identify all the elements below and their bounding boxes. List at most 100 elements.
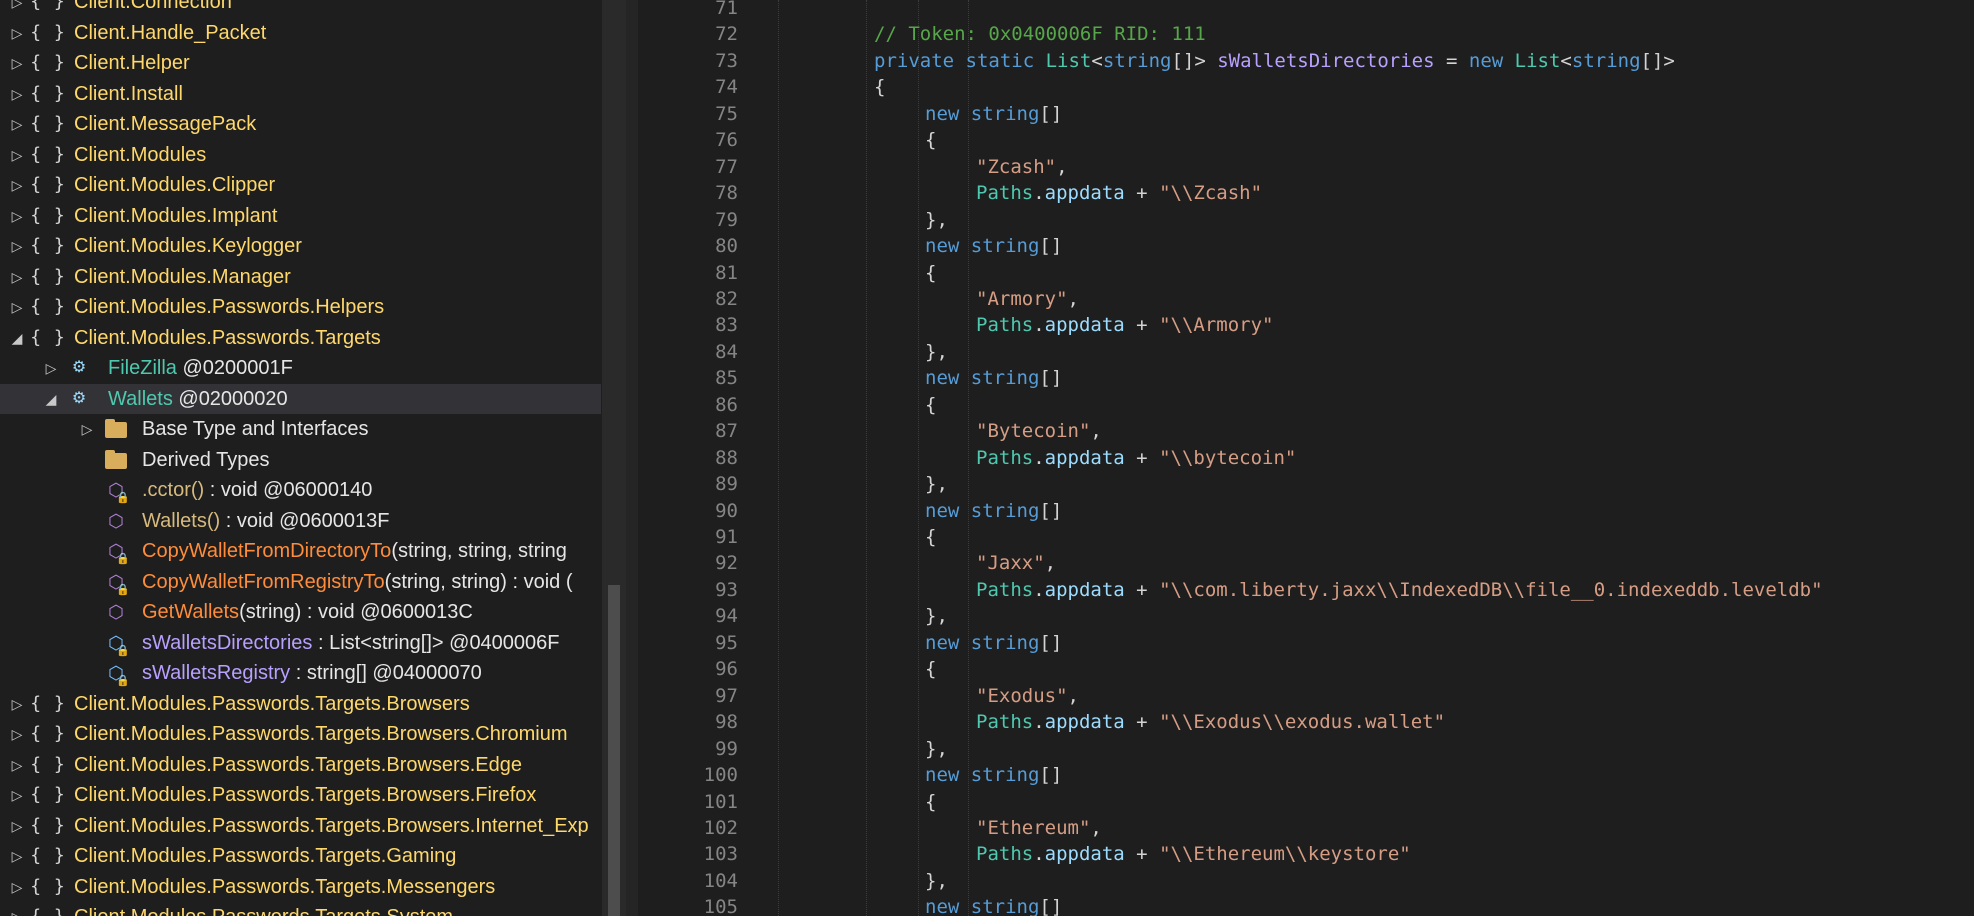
tree-node-client-modules-passwords-targets-browsers-internet-exp[interactable]: ▷{ } Client.Modules.Passwords.Targets.Bro… — [0, 811, 601, 841]
expand-arrow-icon[interactable]: ▷ — [8, 48, 26, 78]
tree-node-client-modules-passwords-targets-browsers-firefox[interactable]: ▷{ } Client.Modules.Passwords.Targets.Bro… — [0, 780, 601, 810]
code-line[interactable]: 89}, — [638, 471, 1974, 497]
code-line[interactable]: 93 Paths.appdata + "\\com.liberty.jaxx\\I… — [638, 577, 1974, 603]
code-line[interactable]: 72 // Token: 0x0400006F RID: 111 — [638, 21, 1974, 47]
code-line[interactable]: 91 { — [638, 524, 1974, 550]
tree-node--cctor-[interactable]: ⬡ 🔒 .cctor() : void @06000140 — [0, 475, 601, 505]
code-line[interactable]: 104}, — [638, 868, 1974, 894]
node-name: Client.Modules.Passwords.Targets.Browser… — [74, 723, 568, 745]
tree-scrollbar-thumb[interactable] — [608, 585, 620, 916]
code-line[interactable]: 79}, — [638, 207, 1974, 233]
code-line[interactable]: 77 "Zcash", — [638, 154, 1974, 180]
collapse-arrow-icon[interactable]: ◢ — [8, 323, 26, 353]
tree-node-client-modules-passwords-targets-gaming[interactable]: ▷{ } Client.Modules.Passwords.Targets.Gam… — [0, 841, 601, 871]
tree-node-derived-types[interactable]: Derived Types — [0, 445, 601, 475]
code-line[interactable]: 103 Paths.appdata + "\\Ethereum\\keystore… — [638, 841, 1974, 867]
code-token: = — [1434, 49, 1469, 72]
expand-arrow-icon[interactable]: ▷ — [8, 18, 26, 48]
expand-arrow-icon[interactable]: ▷ — [8, 79, 26, 109]
tree-node-wallets-[interactable]: ⬡ Wallets() : void @0600013F — [0, 506, 601, 536]
expand-arrow-icon[interactable]: ▷ — [8, 750, 26, 780]
code-line[interactable]: 83 Paths.appdata + "\\Armory" — [638, 312, 1974, 338]
tree-node-client-modules-manager[interactable]: ▷{ } Client.Modules.Manager — [0, 262, 601, 292]
expand-arrow-icon[interactable]: ▷ — [8, 140, 26, 170]
expand-arrow-icon[interactable]: ▷ — [8, 719, 26, 749]
tree-node-client-handle-packet[interactable]: ▷{ } Client.Handle_Packet — [0, 18, 601, 48]
tree-node-wallets[interactable]: ◢ ⚙ Wallets @02000020 — [0, 383, 601, 414]
code-line[interactable]: 81 { — [638, 260, 1974, 286]
code-line[interactable]: 78 Paths.appdata + "\\Zcash" — [638, 180, 1974, 206]
tree-node-swalletsregistry[interactable]: ⬡ 🔒 sWalletsRegistry : string[] @04000070 — [0, 658, 601, 688]
code-line[interactable]: 80 new string[] — [638, 233, 1974, 259]
tree-node-client-modules-keylogger[interactable]: ▷{ } Client.Modules.Keylogger — [0, 231, 601, 261]
code-line[interactable]: 85 new string[] — [638, 365, 1974, 391]
tree-node-client-modules-passwords-targets-messengers[interactable]: ▷{ } Client.Modules.Passwords.Targets.Mes… — [0, 872, 601, 902]
tree-node-client-modules-implant[interactable]: ▷{ } Client.Modules.Implant — [0, 201, 601, 231]
code-line[interactable]: 100 new string[] — [638, 762, 1974, 788]
code-line[interactable]: 71 — [638, 0, 1974, 21]
namespace-icon: { } — [30, 174, 66, 195]
expand-arrow-icon[interactable]: ▷ — [8, 170, 26, 200]
tree-node-base-type-and-interfaces[interactable]: ▷ Base Type and Interfaces — [0, 414, 601, 444]
code-line[interactable]: 88 Paths.appdata + "\\bytecoin" — [638, 445, 1974, 471]
expand-arrow-icon[interactable]: ▷ — [42, 353, 60, 383]
tree-node-client-modules[interactable]: ▷{ } Client.Modules — [0, 140, 601, 170]
tree-node-client-helper[interactable]: ▷{ } Client.Helper — [0, 48, 601, 78]
code-line[interactable]: 90 new string[] — [638, 498, 1974, 524]
expand-arrow-icon[interactable]: ▷ — [8, 902, 26, 916]
tree-node-getwallets[interactable]: ⬡ GetWallets(string) : void @0600013C — [0, 597, 601, 627]
collapse-arrow-icon[interactable]: ◢ — [42, 384, 60, 414]
expand-arrow-icon[interactable]: ▷ — [8, 262, 26, 292]
code-line[interactable]: 74 { — [638, 74, 1974, 100]
code-line[interactable]: 99}, — [638, 736, 1974, 762]
tree-node-client-connection[interactable]: ▷ { } Client.Connection — [0, 0, 601, 17]
code-line[interactable]: 101 { — [638, 789, 1974, 815]
assembly-tree-panel[interactable]: ▷{ } Client.Connection ▷{ } Client.Handle_P… — [0, 0, 601, 916]
code-line[interactable]: 96 { — [638, 656, 1974, 682]
code-editor[interactable]: 71 72 // Token: 0x0400006F RID: 111 73 priva… — [638, 0, 1974, 916]
expand-arrow-icon[interactable]: ▷ — [8, 0, 26, 17]
code-line[interactable]: 98 Paths.appdata + "\\Exodus\\exodus.wall… — [638, 709, 1974, 735]
code-line[interactable]: 82 "Armory", — [638, 286, 1974, 312]
tree-node-client-modules-passwords-helpers[interactable]: ▷{ } Client.Modules.Passwords.Helpers — [0, 292, 601, 322]
expand-arrow-icon[interactable]: ▷ — [8, 292, 26, 322]
expand-arrow-icon[interactable]: ▷ — [78, 414, 96, 444]
code-line[interactable]: 86 { — [638, 392, 1974, 418]
tree-node-swalletsdirectories[interactable]: ⬡ 🔒 sWalletsDirectories : List<string[]> @… — [0, 628, 601, 658]
code-line[interactable]: 105 new string[] — [638, 894, 1974, 916]
tree-node-client-modules-passwords-targets-browsers-edge[interactable]: ▷{ } Client.Modules.Passwords.Targets.Bro… — [0, 750, 601, 780]
expand-arrow-icon[interactable]: ▷ — [8, 231, 26, 261]
code-token: { — [925, 658, 937, 681]
code-token: + — [1124, 843, 1160, 866]
code-line[interactable]: 73 private static List<string[]> sWallets… — [638, 48, 1974, 74]
code-line[interactable]: 95 new string[] — [638, 630, 1974, 656]
panel-splitter[interactable] — [626, 0, 638, 916]
expand-arrow-icon[interactable]: ▷ — [8, 872, 26, 902]
tree-node-client-modules-passwords-targets-system[interactable]: ▷ { } Client.Modules.Passwords.Targets.Sys… — [0, 902, 601, 916]
expand-arrow-icon[interactable]: ▷ — [8, 780, 26, 810]
expand-arrow-icon[interactable]: ▷ — [8, 811, 26, 841]
expand-arrow-icon[interactable]: ▷ — [8, 841, 26, 871]
tree-node-client-modules-clipper[interactable]: ▷{ } Client.Modules.Clipper — [0, 170, 601, 200]
tree-node-client-modules-passwords-targets-browsers-chromium[interactable]: ▷{ } Client.Modules.Passwords.Targets.Bro… — [0, 719, 601, 749]
tree-node-client-modules-passwords-targets[interactable]: ◢{ } Client.Modules.Passwords.Targets — [0, 323, 601, 353]
code-line[interactable]: 102 "Ethereum", — [638, 815, 1974, 841]
tree-node-filezilla[interactable]: ▷ ⚙ FileZilla @0200001F — [0, 353, 601, 383]
tree-node-copywalletfromregistryto[interactable]: ⬡ 🔒 CopyWalletFromRegistryTo(string, strin… — [0, 567, 601, 597]
tree-node-client-messagepack[interactable]: ▷{ } Client.MessagePack — [0, 109, 601, 139]
tree-node-client-modules-passwords-targets-browsers[interactable]: ▷{ } Client.Modules.Passwords.Targets.Bro… — [0, 689, 601, 719]
code-line[interactable]: 87 "Bytecoin", — [638, 418, 1974, 444]
code-line[interactable]: 75 new string[] — [638, 101, 1974, 127]
tree-vertical-scrollbar[interactable] — [602, 0, 626, 916]
expand-arrow-icon[interactable]: ▷ — [8, 109, 26, 139]
expand-arrow-icon[interactable]: ▷ — [8, 201, 26, 231]
tree-node-client-install[interactable]: ▷{ } Client.Install — [0, 79, 601, 109]
code-line[interactable]: 92 "Jaxx", — [638, 550, 1974, 576]
expand-arrow-icon[interactable]: ▷ — [8, 689, 26, 719]
code-text: "Armory", — [976, 286, 1079, 312]
code-line[interactable]: 76 { — [638, 127, 1974, 153]
code-line[interactable]: 94}, — [638, 603, 1974, 629]
code-line[interactable]: 97 "Exodus", — [638, 683, 1974, 709]
code-line[interactable]: 84}, — [638, 339, 1974, 365]
tree-node-copywalletfromdirectoryto[interactable]: ⬡ 🔒 CopyWalletFromDirectoryTo(string, stri… — [0, 536, 601, 566]
